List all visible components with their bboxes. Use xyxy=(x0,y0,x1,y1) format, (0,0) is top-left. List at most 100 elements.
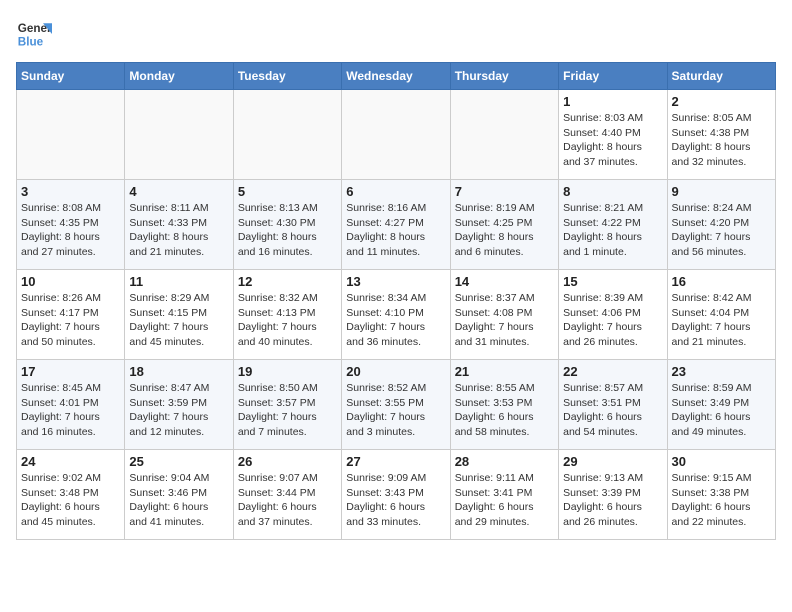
logo: General Blue xyxy=(16,16,52,52)
weekday-header-row: SundayMondayTuesdayWednesdayThursdayFrid… xyxy=(17,63,776,90)
day-info: Sunrise: 8:05 AMSunset: 4:38 PMDaylight:… xyxy=(672,111,771,170)
day-info: Sunrise: 9:02 AMSunset: 3:48 PMDaylight:… xyxy=(21,471,120,530)
day-info: Sunrise: 8:08 AMSunset: 4:35 PMDaylight:… xyxy=(21,201,120,260)
calendar-cell: 17 Sunrise: 8:45 AMSunset: 4:01 PMDayligh… xyxy=(17,360,125,450)
day-info: Sunrise: 8:45 AMSunset: 4:01 PMDaylight:… xyxy=(21,381,120,440)
calendar-cell: 1 Sunrise: 8:03 AMSunset: 4:40 PMDaylight… xyxy=(559,90,667,180)
calendar-cell: 13 Sunrise: 8:34 AMSunset: 4:10 PMDayligh… xyxy=(342,270,450,360)
calendar-cell: 8 Sunrise: 8:21 AMSunset: 4:22 PMDaylight… xyxy=(559,180,667,270)
calendar-cell: 26 Sunrise: 9:07 AMSunset: 3:44 PMDayligh… xyxy=(233,450,341,540)
calendar-cell: 2 Sunrise: 8:05 AMSunset: 4:38 PMDaylight… xyxy=(667,90,775,180)
day-info: Sunrise: 8:26 AMSunset: 4:17 PMDaylight:… xyxy=(21,291,120,350)
day-number: 5 xyxy=(238,184,337,199)
calendar-cell xyxy=(450,90,558,180)
day-info: Sunrise: 9:15 AMSunset: 3:38 PMDaylight:… xyxy=(672,471,771,530)
calendar: SundayMondayTuesdayWednesdayThursdayFrid… xyxy=(16,62,776,540)
calendar-cell: 9 Sunrise: 8:24 AMSunset: 4:20 PMDaylight… xyxy=(667,180,775,270)
day-info: Sunrise: 8:32 AMSunset: 4:13 PMDaylight:… xyxy=(238,291,337,350)
day-number: 10 xyxy=(21,274,120,289)
day-info: Sunrise: 8:57 AMSunset: 3:51 PMDaylight:… xyxy=(563,381,662,440)
day-info: Sunrise: 9:09 AMSunset: 3:43 PMDaylight:… xyxy=(346,471,445,530)
weekday-header-tuesday: Tuesday xyxy=(233,63,341,90)
day-number: 9 xyxy=(672,184,771,199)
day-number: 24 xyxy=(21,454,120,469)
day-info: Sunrise: 8:47 AMSunset: 3:59 PMDaylight:… xyxy=(129,381,228,440)
day-number: 19 xyxy=(238,364,337,379)
day-number: 27 xyxy=(346,454,445,469)
calendar-cell xyxy=(342,90,450,180)
calendar-cell: 20 Sunrise: 8:52 AMSunset: 3:55 PMDayligh… xyxy=(342,360,450,450)
day-info: Sunrise: 8:03 AMSunset: 4:40 PMDaylight:… xyxy=(563,111,662,170)
calendar-cell: 22 Sunrise: 8:57 AMSunset: 3:51 PMDayligh… xyxy=(559,360,667,450)
calendar-cell: 21 Sunrise: 8:55 AMSunset: 3:53 PMDayligh… xyxy=(450,360,558,450)
calendar-cell: 7 Sunrise: 8:19 AMSunset: 4:25 PMDaylight… xyxy=(450,180,558,270)
calendar-cell: 27 Sunrise: 9:09 AMSunset: 3:43 PMDayligh… xyxy=(342,450,450,540)
day-number: 15 xyxy=(563,274,662,289)
day-number: 2 xyxy=(672,94,771,109)
day-number: 20 xyxy=(346,364,445,379)
calendar-cell xyxy=(233,90,341,180)
weekday-header-wednesday: Wednesday xyxy=(342,63,450,90)
day-number: 1 xyxy=(563,94,662,109)
day-number: 11 xyxy=(129,274,228,289)
day-info: Sunrise: 8:19 AMSunset: 4:25 PMDaylight:… xyxy=(455,201,554,260)
calendar-cell: 11 Sunrise: 8:29 AMSunset: 4:15 PMDayligh… xyxy=(125,270,233,360)
calendar-cell xyxy=(17,90,125,180)
svg-text:Blue: Blue xyxy=(18,36,44,49)
day-number: 21 xyxy=(455,364,554,379)
day-number: 4 xyxy=(129,184,228,199)
day-info: Sunrise: 9:11 AMSunset: 3:41 PMDaylight:… xyxy=(455,471,554,530)
calendar-cell: 5Sunrise: 8:13 AMSunset: 4:30 PMDaylight… xyxy=(233,180,341,270)
day-info: Sunrise: 8:21 AMSunset: 4:22 PMDaylight:… xyxy=(563,201,662,260)
day-number: 12 xyxy=(238,274,337,289)
calendar-cell: 4 Sunrise: 8:11 AMSunset: 4:33 PMDaylight… xyxy=(125,180,233,270)
weekday-header-monday: Monday xyxy=(125,63,233,90)
weekday-header-sunday: Sunday xyxy=(17,63,125,90)
calendar-cell: 23 Sunrise: 8:59 AMSunset: 3:49 PMDayligh… xyxy=(667,360,775,450)
day-info: Sunrise: 8:37 AMSunset: 4:08 PMDaylight:… xyxy=(455,291,554,350)
day-info: Sunrise: 9:07 AMSunset: 3:44 PMDaylight:… xyxy=(238,471,337,530)
calendar-week-5: 24 Sunrise: 9:02 AMSunset: 3:48 PMDayligh… xyxy=(17,450,776,540)
day-info: Sunrise: 8:55 AMSunset: 3:53 PMDaylight:… xyxy=(455,381,554,440)
day-number: 17 xyxy=(21,364,120,379)
day-number: 29 xyxy=(563,454,662,469)
page-header: General Blue xyxy=(16,16,776,52)
day-number: 6 xyxy=(346,184,445,199)
calendar-cell: 10 Sunrise: 8:26 AMSunset: 4:17 PMDayligh… xyxy=(17,270,125,360)
day-number: 7 xyxy=(455,184,554,199)
calendar-cell: 3 Sunrise: 8:08 AMSunset: 4:35 PMDaylight… xyxy=(17,180,125,270)
day-number: 8 xyxy=(563,184,662,199)
day-number: 13 xyxy=(346,274,445,289)
day-info: Sunrise: 8:39 AMSunset: 4:06 PMDaylight:… xyxy=(563,291,662,350)
day-number: 3 xyxy=(21,184,120,199)
day-info: Sunrise: 8:52 AMSunset: 3:55 PMDaylight:… xyxy=(346,381,445,440)
logo-icon: General Blue xyxy=(16,16,52,52)
calendar-week-1: 1 Sunrise: 8:03 AMSunset: 4:40 PMDaylight… xyxy=(17,90,776,180)
calendar-cell: 12 Sunrise: 8:32 AMSunset: 4:13 PMDayligh… xyxy=(233,270,341,360)
day-number: 18 xyxy=(129,364,228,379)
day-info: Sunrise: 8:24 AMSunset: 4:20 PMDaylight:… xyxy=(672,201,771,260)
day-number: 22 xyxy=(563,364,662,379)
calendar-week-4: 17 Sunrise: 8:45 AMSunset: 4:01 PMDayligh… xyxy=(17,360,776,450)
calendar-cell: 6Sunrise: 8:16 AMSunset: 4:27 PMDaylight… xyxy=(342,180,450,270)
calendar-cell xyxy=(125,90,233,180)
calendar-cell: 28 Sunrise: 9:11 AMSunset: 3:41 PMDayligh… xyxy=(450,450,558,540)
calendar-cell: 25Sunrise: 9:04 AMSunset: 3:46 PMDayligh… xyxy=(125,450,233,540)
day-info: Sunrise: 8:29 AMSunset: 4:15 PMDaylight:… xyxy=(129,291,228,350)
day-number: 28 xyxy=(455,454,554,469)
calendar-cell: 29Sunrise: 9:13 AMSunset: 3:39 PMDayligh… xyxy=(559,450,667,540)
day-info: Sunrise: 8:50 AMSunset: 3:57 PMDaylight:… xyxy=(238,381,337,440)
day-number: 30 xyxy=(672,454,771,469)
calendar-week-3: 10 Sunrise: 8:26 AMSunset: 4:17 PMDayligh… xyxy=(17,270,776,360)
day-info: Sunrise: 8:42 AMSunset: 4:04 PMDaylight:… xyxy=(672,291,771,350)
day-info: Sunrise: 8:34 AMSunset: 4:10 PMDaylight:… xyxy=(346,291,445,350)
day-info: Sunrise: 8:11 AMSunset: 4:33 PMDaylight:… xyxy=(129,201,228,260)
weekday-header-friday: Friday xyxy=(559,63,667,90)
day-number: 26 xyxy=(238,454,337,469)
calendar-cell: 19 Sunrise: 8:50 AMSunset: 3:57 PMDayligh… xyxy=(233,360,341,450)
day-number: 23 xyxy=(672,364,771,379)
day-info: Sunrise: 8:59 AMSunset: 3:49 PMDaylight:… xyxy=(672,381,771,440)
calendar-week-2: 3 Sunrise: 8:08 AMSunset: 4:35 PMDaylight… xyxy=(17,180,776,270)
calendar-cell: 18 Sunrise: 8:47 AMSunset: 3:59 PMDayligh… xyxy=(125,360,233,450)
calendar-cell: 24 Sunrise: 9:02 AMSunset: 3:48 PMDayligh… xyxy=(17,450,125,540)
